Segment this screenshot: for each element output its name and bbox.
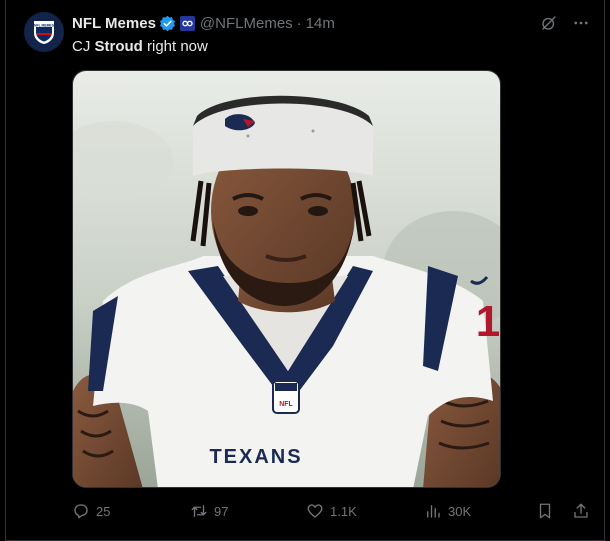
affiliate-badge-icon[interactable]	[179, 15, 195, 31]
bookmark-icon	[539, 503, 551, 519]
retweet-count: 97	[214, 503, 229, 519]
reply-count: 25	[96, 503, 111, 519]
reply-button[interactable]: 25	[72, 502, 110, 520]
player-photo: NFL TEXANS 1	[73, 71, 500, 487]
like-button[interactable]: 1.1K	[306, 502, 357, 520]
views-button[interactable]: 30K	[424, 502, 471, 520]
tweet-text-bold: Stroud	[94, 38, 143, 55]
avatar[interactable]: NFL MEMES	[24, 12, 64, 52]
like-count: 1.1K	[330, 503, 357, 519]
tweet-text: CJ Stroud right now	[72, 37, 208, 57]
retweet-icon	[191, 505, 207, 517]
share-button[interactable]	[572, 502, 590, 520]
more-icon[interactable]	[572, 14, 590, 32]
jersey-text: TEXANS	[209, 446, 302, 468]
action-bar: 25 97 1.1K 30K	[72, 500, 590, 522]
avatar-text: NFL MEMES	[34, 23, 55, 27]
top-actions	[540, 14, 590, 32]
separator-dot: ·	[296, 14, 302, 32]
author-name[interactable]: NFL Memes	[72, 15, 156, 32]
nfl-shield-icon: NFL MEMES	[34, 21, 55, 44]
tweet-header: NFL Memes @NFLMemes · 14m	[72, 12, 594, 34]
tweet-image[interactable]: NFL TEXANS 1	[72, 70, 501, 488]
like-icon	[307, 504, 323, 518]
tweet-text-prefix: CJ	[72, 38, 95, 55]
jersey-number: 1	[476, 297, 500, 346]
verified-badge-icon[interactable]	[159, 15, 176, 32]
bookmark-button[interactable]	[536, 502, 554, 520]
views-count: 30K	[448, 503, 472, 519]
timestamp[interactable]: 14m	[306, 15, 335, 32]
svg-text:NFL: NFL	[279, 401, 293, 408]
author-handle[interactable]: @NFLMemes	[200, 15, 293, 32]
retweet-button[interactable]: 97	[190, 502, 228, 520]
tweet-card[interactable]: NFL MEMES NFL Memes @NFLMemes · 14m CJ S…	[5, 0, 605, 541]
tweet-text-suffix: right now	[142, 38, 208, 55]
views-icon	[427, 505, 440, 518]
reply-icon	[74, 504, 88, 519]
grok-icon[interactable]	[540, 14, 558, 32]
share-icon	[574, 503, 588, 518]
